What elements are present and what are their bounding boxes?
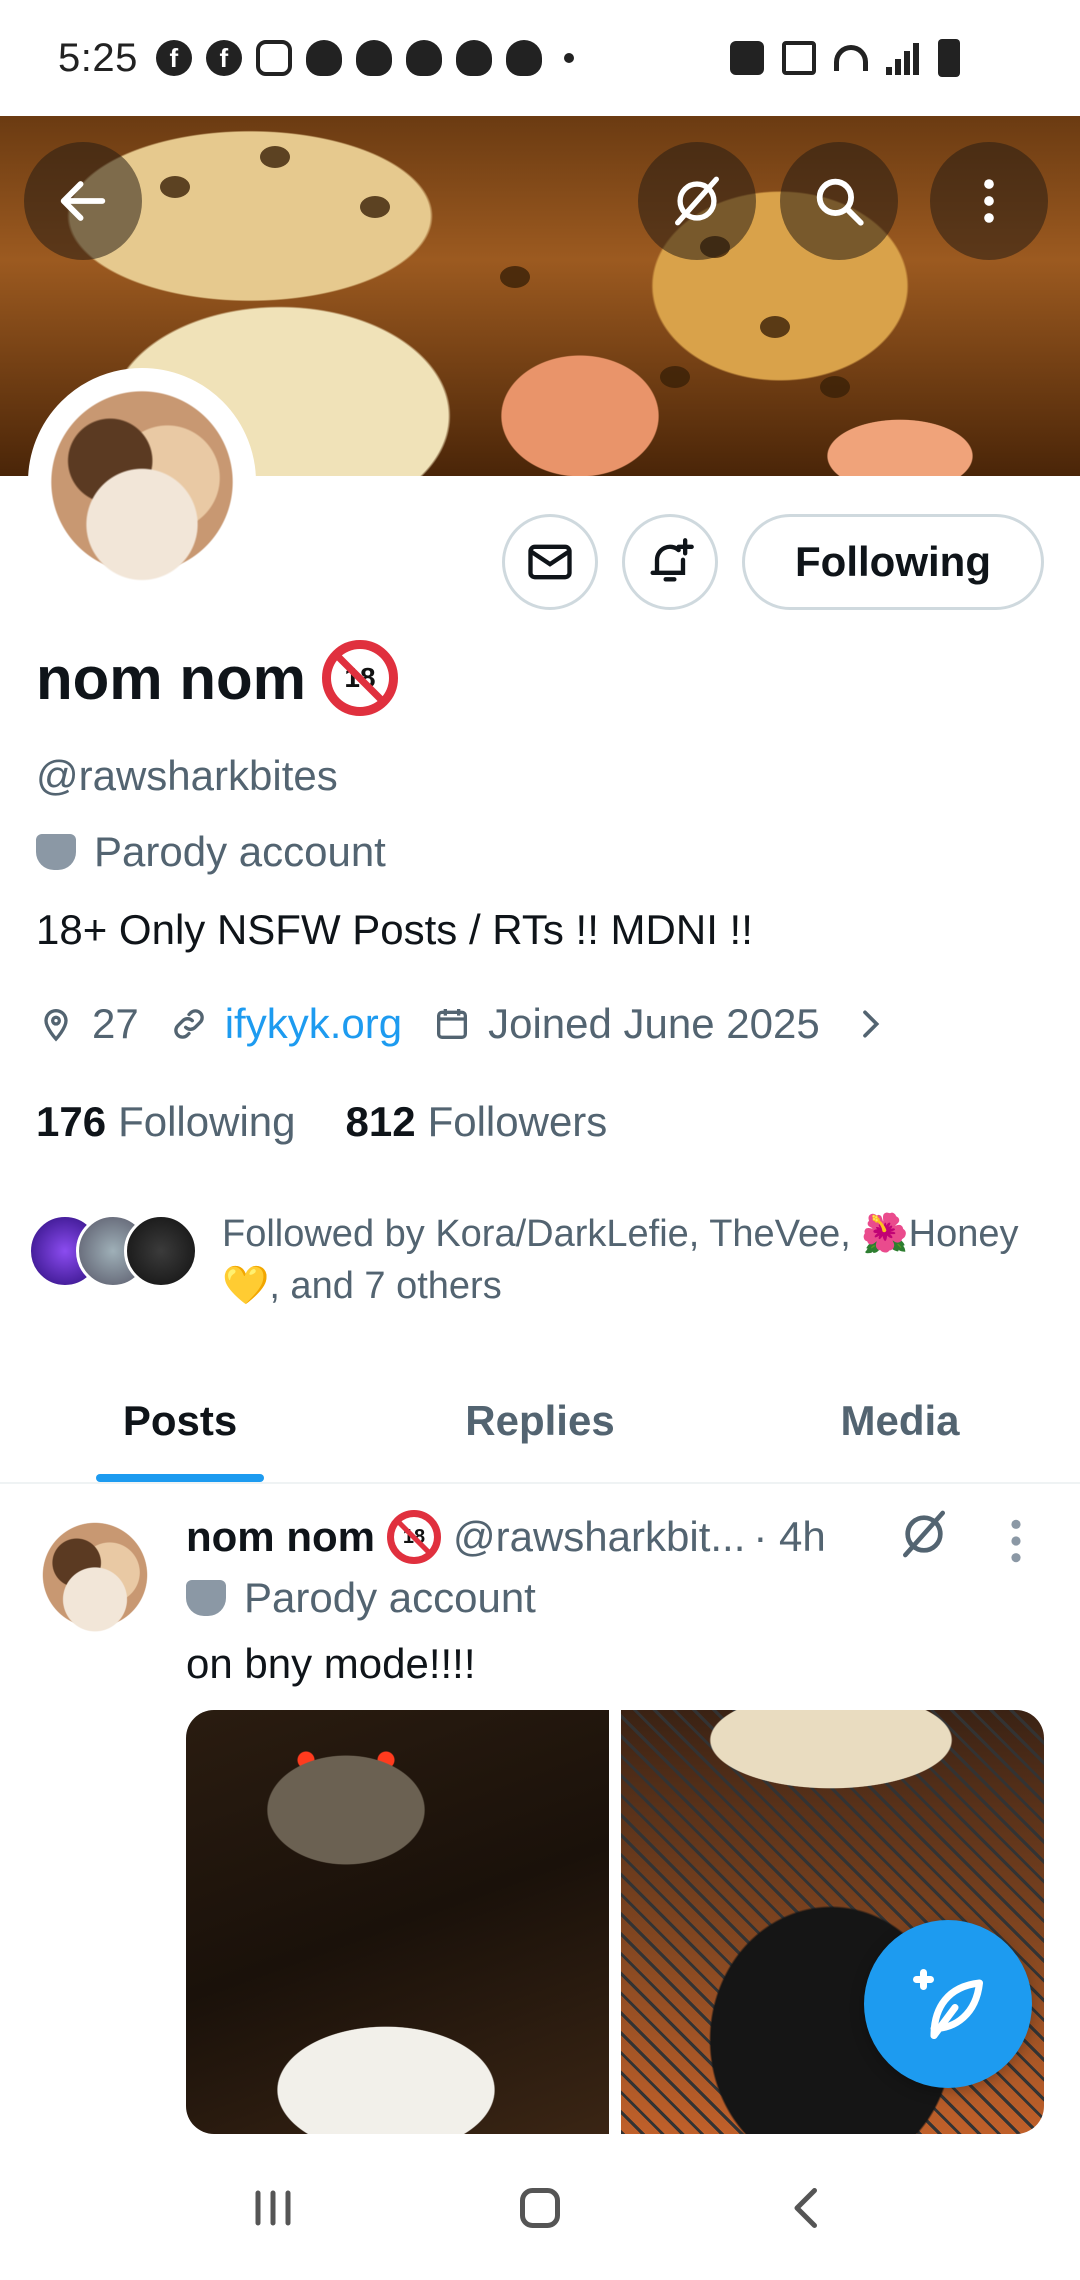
post-parody-label: Parody account <box>186 1574 536 1622</box>
post-text: on bny mode!!!! <box>186 1640 476 1687</box>
system-icons <box>730 0 960 116</box>
grok-icon <box>675 176 719 226</box>
follow-counts: 176 Following 812 Followers <box>36 1098 607 1146</box>
joined-text: Joined June 2025 <box>488 1000 820 1047</box>
banner-spot <box>260 146 290 168</box>
bell-plus-icon <box>650 538 694 582</box>
post-more-icon[interactable] <box>1006 1516 1026 1566</box>
message-button[interactable] <box>502 514 598 610</box>
recents-icon <box>255 2190 291 2226</box>
mute-icon <box>782 41 816 75</box>
banner-spot <box>660 366 690 388</box>
banner-spot <box>820 376 850 398</box>
location-pin-icon <box>44 1009 68 1042</box>
followers-count: 812 <box>345 1098 416 1145</box>
link-icon <box>174 1009 204 1039</box>
post-avatar[interactable] <box>34 1514 156 1636</box>
no-under-18-badge: 18 <box>321 640 398 716</box>
mail-icon <box>528 544 572 580</box>
banner-spot <box>760 316 790 338</box>
search-button[interactable] <box>780 142 898 260</box>
following-label: Following <box>118 1098 296 1145</box>
profile-tabs: Posts Replies Media <box>0 1360 1080 1484</box>
website-link[interactable]: ifykyk.org <box>225 1000 402 1048</box>
location-text: 27 <box>92 1000 139 1047</box>
snapchat-icon <box>505 40 542 76</box>
status-bar: 5:25 f f <box>0 0 1080 116</box>
post-header: nom nom 18 @rawsharkbit... · 4h <box>186 1510 946 1564</box>
post-image[interactable] <box>186 1710 609 2134</box>
profile-name: nom nom <box>36 644 306 712</box>
system-back-button[interactable] <box>767 2168 847 2248</box>
back-icon <box>794 2188 817 2228</box>
more-notifications-dot <box>563 53 574 63</box>
tab-media[interactable]: Media <box>720 1360 1080 1482</box>
status-time: 5:25 <box>58 35 138 80</box>
search-icon <box>816 178 864 226</box>
parody-label: Parody account <box>36 828 386 876</box>
more-vertical-icon <box>984 179 994 223</box>
website[interactable]: ifykyk.org <box>169 1000 402 1048</box>
snapchat-icon <box>455 40 492 76</box>
wifi-icon <box>834 45 868 71</box>
home-icon <box>519 2188 560 2228</box>
tab-replies[interactable]: Replies <box>360 1360 720 1482</box>
following-count: 176 <box>36 1098 107 1145</box>
back-arrow-icon <box>60 181 106 221</box>
home-button[interactable] <box>500 2168 580 2248</box>
compose-button[interactable] <box>864 1920 1032 2088</box>
grok-button[interactable] <box>638 142 756 260</box>
location: 27 <box>36 1000 139 1048</box>
post-parody-text: Parody account <box>244 1574 536 1621</box>
notifications-button[interactable] <box>622 514 718 610</box>
signal-icon <box>886 41 920 75</box>
profile-handle: @rawsharkbites <box>36 752 338 799</box>
compose-icon <box>913 1969 983 2039</box>
snapchat-icon <box>355 40 392 76</box>
parody-text: Parody account <box>94 828 386 875</box>
banner-spot <box>360 196 390 218</box>
following-count-link[interactable]: 176 Following <box>36 1098 296 1146</box>
notification-icons: f f <box>155 40 574 76</box>
badge-text: 18 <box>330 649 389 707</box>
followed-by[interactable]: Followed by Kora/DarkLefie, TheVee, 🌺Hon… <box>28 1213 1080 1312</box>
post-author-handle: @rawsharkbit... <box>452 1513 746 1560</box>
recycle-icon <box>730 41 764 75</box>
following-button[interactable]: Following <box>742 514 1044 610</box>
snapchat-icon <box>405 40 442 76</box>
facebook-icon: f <box>205 40 242 76</box>
mask-icon <box>186 1580 226 1616</box>
recents-button[interactable] <box>233 2168 313 2248</box>
back-button[interactable] <box>24 142 142 260</box>
profile-name-row: nom nom 18 <box>36 640 398 716</box>
more-button[interactable] <box>930 142 1048 260</box>
follower-avatar <box>124 1214 198 1288</box>
followers-count-link[interactable]: 812 Followers <box>346 1098 608 1146</box>
post-author-name[interactable]: nom nom <box>186 1513 375 1561</box>
banner-spot <box>500 266 530 288</box>
profile-bio: 18+ Only NSFW Posts / RTs !! MDNI !! <box>36 906 753 953</box>
snapchat-icon <box>305 40 342 76</box>
system-nav-bar <box>0 2136 1080 2280</box>
messenger-icon <box>255 40 292 76</box>
battery-icon <box>938 39 960 77</box>
followed-by-text: Followed by Kora/DarkLefie, TheVee, 🌺Hon… <box>222 1213 1019 1307</box>
profile-avatar[interactable] <box>28 368 256 596</box>
profile-meta: 27 ifykyk.org Joined June 2025 <box>36 1000 906 1048</box>
badge-text: 18 <box>393 1517 434 1557</box>
tab-posts[interactable]: Posts <box>0 1360 360 1482</box>
mask-icon <box>36 834 76 870</box>
followers-label: Followers <box>427 1098 608 1145</box>
post-time: · 4h <box>753 1513 826 1560</box>
grok-icon[interactable] <box>896 1506 952 1562</box>
no-under-18-badge: 18 <box>386 1510 441 1564</box>
joined-date: Joined June 2025 <box>432 1000 820 1048</box>
facebook-icon: f <box>155 40 192 76</box>
calendar-icon <box>437 1009 468 1039</box>
banner-spot <box>160 176 190 198</box>
chevron-right-icon[interactable] <box>850 1004 890 1044</box>
